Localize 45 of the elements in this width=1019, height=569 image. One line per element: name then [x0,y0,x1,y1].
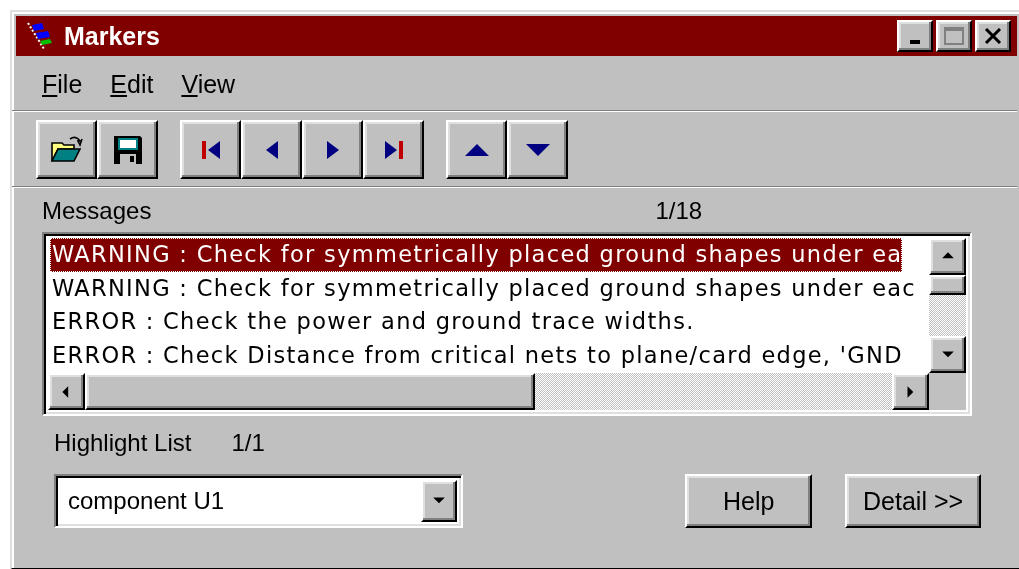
minimize-button[interactable] [897,20,933,52]
scroll-thumb[interactable] [929,275,966,295]
last-button[interactable] [363,120,424,179]
highlight-list-label: Highlight List [54,429,192,457]
close-icon [984,28,1002,44]
message-row[interactable]: ERROR : Check Distance from critical nets to plane/card edge, 'GND [50,338,903,372]
highlight-dropdown[interactable]: component U1 [54,474,464,528]
message-counter: 1/18 [655,197,703,225]
down-button[interactable] [507,120,568,179]
down-triangle-icon [525,143,550,156]
scroll-right-button[interactable] [892,373,929,410]
skip-back-icon [199,138,222,161]
up-button[interactable] [446,120,507,179]
scrollbar-corner [929,373,966,410]
message-row[interactable]: WARNING : Check for symmetrically placed ground shapes under eac [50,271,917,305]
vertical-scrollbar[interactable] [929,238,966,373]
first-button[interactable] [180,120,241,179]
up-triangle-icon [464,143,489,156]
close-button[interactable] [975,20,1011,52]
scroll-up-button[interactable] [929,238,966,275]
scroll-left-button[interactable] [48,373,85,410]
next-button[interactable] [302,120,363,179]
left-triangle-icon [265,138,278,161]
horizontal-scrollbar[interactable] [48,373,929,410]
menu-item[interactable]: View [181,70,236,100]
message-row[interactable]: ERROR : Check the power and ground trace widths. [50,305,695,339]
previous-button[interactable] [241,120,302,179]
dropdown-button[interactable] [421,480,458,522]
menu-item[interactable]: File [42,70,83,100]
scroll-thumb[interactable] [85,373,535,410]
detail-button[interactable]: Detail >> [845,474,981,528]
open-button[interactable] [36,120,97,179]
skip-forward-icon [382,138,405,161]
save-button[interactable] [97,120,158,179]
highlight-counter: 1/1 [231,429,265,457]
maximize-icon [944,27,964,45]
messages-label: Messages [42,197,152,225]
maximize-button[interactable] [936,20,972,52]
window-title: Markers [64,21,161,51]
right-triangle-icon [326,138,339,161]
message-row[interactable]: WARNING : Check for symmetrically placed ground shapes under ea [50,238,903,272]
scroll-down-button[interactable] [929,336,966,373]
help-button[interactable]: Help [685,474,813,528]
minimize-icon [910,40,920,44]
menu-item[interactable]: Edit [110,70,154,100]
